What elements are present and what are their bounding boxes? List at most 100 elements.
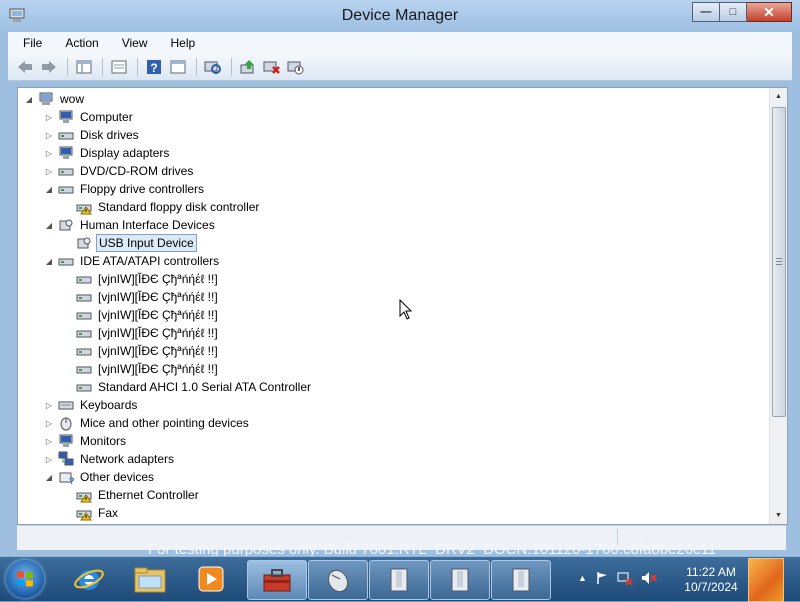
tree-item-label: Display adapters <box>80 146 170 160</box>
category-keyboards[interactable]: ▷ Keyboards <box>44 396 139 414</box>
category-display-adapters[interactable]: ▷ Display adapters <box>44 144 171 162</box>
vertical-scrollbar[interactable]: ▲ ▼ <box>769 88 787 524</box>
category-mice-and-other-pointing-devices[interactable]: ▷ Mice and other pointing devices <box>44 414 251 432</box>
expand-arrow-icon[interactable]: ▷ <box>44 432 54 450</box>
pinned-internet-explorer[interactable] <box>60 560 118 598</box>
scroll-up-icon[interactable]: ▲ <box>770 88 787 105</box>
expand-arrow-icon[interactable]: ▷ <box>44 126 54 144</box>
scan-hardware-button[interactable] <box>202 57 224 77</box>
task-window-3[interactable] <box>491 560 551 600</box>
device-icon <box>59 219 73 231</box>
pinned-media-player[interactable] <box>182 560 240 598</box>
device-icon <box>58 132 74 140</box>
show-hide-tree-button[interactable] <box>73 57 95 77</box>
device-item[interactable]: Fax <box>62 504 120 522</box>
task-device-manager[interactable] <box>247 560 307 600</box>
task-mouse-properties[interactable] <box>308 560 368 600</box>
start-button[interactable] <box>6 560 44 598</box>
help-button[interactable]: ? <box>143 57 165 77</box>
collapse-arrow-icon[interactable]: ◢ <box>44 180 54 198</box>
device-item[interactable]: [vjnIW][ĬĐЄ Çђªńήέℓ !!] <box>62 342 220 360</box>
category-floppy-drive-controllers[interactable]: ◢ Floppy drive controllers <box>44 180 206 198</box>
task-window-2[interactable] <box>430 560 490 600</box>
device-item[interactable]: [vjnIW][ĬĐЄ Çђªńήέℓ !!] <box>62 324 220 342</box>
title-bar[interactable]: Device Manager — □ ✕ <box>0 0 800 32</box>
collapse-arrow-icon[interactable]: ◢ <box>44 216 54 234</box>
device-item[interactable]: [vjnIW][ĬĐЄ Çђªńήέℓ !!] <box>62 360 220 378</box>
device-item[interactable]: Ethernet Controller <box>62 486 201 504</box>
expand-arrow-icon[interactable]: ▷ <box>44 144 54 162</box>
view-button[interactable] <box>167 57 189 77</box>
category-human-interface-devices[interactable]: ◢ Human Interface Devices <box>44 216 217 234</box>
expand-arrow-icon[interactable]: ▷ <box>44 162 54 180</box>
uninstall-button[interactable] <box>261 57 283 77</box>
tree-item-label: Monitors <box>80 434 127 448</box>
tree-root[interactable]: ◢ wow <box>24 90 86 108</box>
action-center-flag-icon[interactable] <box>595 571 609 585</box>
device-icon <box>59 110 73 123</box>
warning-device-icon <box>76 492 92 503</box>
pinned-explorer[interactable] <box>121 560 179 598</box>
properties-button[interactable] <box>108 57 130 77</box>
expand-arrow-icon[interactable]: ▷ <box>44 108 54 126</box>
category-computer[interactable]: ▷ Computer <box>44 108 135 126</box>
uninstall-icon <box>263 61 280 74</box>
category-monitors[interactable]: ▷ Monitors <box>44 432 128 450</box>
tree-item-label: Network adapters <box>80 452 175 466</box>
back-button[interactable] <box>14 57 36 77</box>
device-item[interactable]: Standard floppy disk controller <box>62 198 261 216</box>
forward-button[interactable] <box>38 57 60 77</box>
close-icon: ✕ <box>763 4 775 20</box>
tree-item-label: [vjnIW][ĬĐЄ Çђªńήέℓ !!] <box>98 272 218 286</box>
show-desktop-button[interactable] <box>748 558 784 602</box>
minimize-button[interactable]: — <box>692 2 720 22</box>
device-item[interactable]: [vjnIW][ĬĐЄ Çђªńήέℓ !!] <box>62 306 220 324</box>
tree-item-label: DVD/CD-ROM drives <box>80 164 194 178</box>
close-button[interactable]: ✕ <box>747 2 792 22</box>
system-clock[interactable]: 11:22 AM 10/7/2024 <box>680 565 742 595</box>
device-item[interactable]: USB Input Device <box>62 234 197 252</box>
update-driver-button[interactable] <box>237 57 259 77</box>
scrollbar-thumb[interactable] <box>772 107 786 417</box>
device-manager-window: Device Manager — □ ✕ File Action View He… <box>0 0 800 556</box>
collapse-arrow-icon[interactable]: ◢ <box>44 252 54 270</box>
menu-view[interactable]: View <box>107 36 156 50</box>
collapse-arrow-icon[interactable]: ◢ <box>24 90 34 108</box>
device-item[interactable]: Standard AHCI 1.0 Serial ATA Controller <box>62 378 313 396</box>
category-other-devices[interactable]: ◢? Other devices <box>44 468 156 486</box>
device-item[interactable]: [vjnIW][ĬĐЄ Çђªńήέℓ !!] <box>62 270 220 288</box>
expand-arrow-icon[interactable]: ▷ <box>44 414 54 432</box>
disable-device-button[interactable] <box>285 57 307 77</box>
menu-file[interactable]: File <box>8 36 50 50</box>
device-icon <box>77 237 91 249</box>
tree-item-label: Fax <box>98 506 119 520</box>
network-disconnected-icon[interactable] <box>617 571 633 585</box>
tree-item-label: [vjnIW][ĬĐЄ Çђªńήέℓ !!] <box>98 344 218 358</box>
maximize-button[interactable]: □ <box>720 2 747 22</box>
category-disk-drives[interactable]: ▷ Disk drives <box>44 126 141 144</box>
device-icon <box>76 276 92 284</box>
category-network-adapters[interactable]: ▷ Network adapters <box>44 450 176 468</box>
task-window-1[interactable] <box>369 560 429 600</box>
expand-arrow-icon[interactable]: ▷ <box>44 450 54 468</box>
toolbar-separator <box>67 58 68 76</box>
scroll-down-icon[interactable]: ▼ <box>770 507 787 524</box>
category-ide-ata-atapi-controllers[interactable]: ◢ IDE ATA/ATAPI controllers <box>44 252 221 270</box>
window-app-icon <box>390 568 408 592</box>
volume-muted-icon[interactable] <box>641 571 657 585</box>
collapse-arrow-icon[interactable]: ◢ <box>44 468 54 486</box>
category-dvd-cd-rom-drives[interactable]: ▷ DVD/CD-ROM drives <box>44 162 195 180</box>
tree-item-label: Computer <box>80 110 133 124</box>
menu-help[interactable]: Help <box>156 36 204 50</box>
device-item[interactable]: [vjnIW][ĬĐЄ Çђªńήέℓ !!] <box>62 288 220 306</box>
device-icon <box>76 384 92 392</box>
device-icon <box>58 258 74 266</box>
show-hidden-icons-icon[interactable]: ▲ <box>578 573 587 583</box>
expand-arrow-icon[interactable]: ▷ <box>44 396 54 414</box>
menu-action[interactable]: Action <box>50 36 106 50</box>
toolbar-separator <box>137 58 138 76</box>
